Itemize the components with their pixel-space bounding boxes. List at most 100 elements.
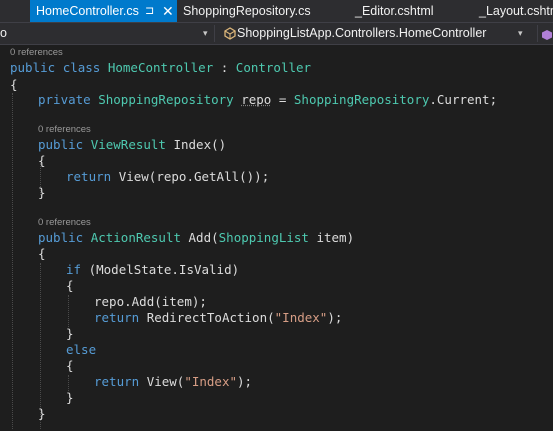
tab-label: _Layout.cshtml — [479, 4, 553, 18]
method-name: View — [146, 374, 177, 389]
navbar-divider — [537, 25, 538, 42]
code-punct: ( — [211, 230, 219, 245]
tab-label: HomeController.cs — [36, 4, 139, 18]
keyword: if — [66, 262, 82, 277]
close-icon[interactable]: ✕ — [162, 0, 174, 22]
type-name: ShoppingList — [218, 230, 309, 245]
keyword: class — [62, 60, 101, 75]
code-line-brace[interactable]: } — [66, 390, 74, 406]
identifier: ModelState — [96, 262, 172, 277]
navbar-divider — [214, 25, 215, 42]
code-punct: ); — [237, 374, 253, 389]
code-line-brace[interactable]: { — [38, 246, 46, 262]
keyword: return — [66, 169, 112, 184]
code-line-return-getall[interactable]: return View(repo.GetAll()); — [66, 169, 269, 185]
code-punct: . — [186, 169, 194, 184]
indent-guide — [12, 93, 13, 429]
code-line-brace[interactable]: { — [66, 358, 74, 374]
type-name: ShoppingRepository — [98, 92, 234, 107]
code-line-brace[interactable]: { — [10, 77, 18, 93]
code-punct: ( — [267, 310, 275, 325]
chevron-down-icon: ▾ — [203, 28, 208, 38]
identifier: Current — [436, 92, 490, 107]
class-icon — [224, 26, 236, 40]
code-punct: ()); — [239, 169, 270, 184]
type-name: HomeController — [107, 60, 214, 75]
type-scope-value: ShoppingListApp.Controllers.HomeControll… — [237, 26, 487, 40]
identifier: IsValid — [178, 262, 232, 277]
codelens-references[interactable]: 0 references — [38, 124, 91, 136]
keyword: return — [94, 310, 140, 325]
indent-guide — [68, 375, 69, 391]
code-line-if[interactable]: if (ModelState.IsValid) — [66, 262, 239, 278]
string-literal: "Index" — [184, 374, 238, 389]
code-line-add-signature[interactable]: public ActionResult Add(ShoppingList ite… — [38, 230, 354, 246]
code-line-brace[interactable]: { — [38, 153, 46, 169]
keyword: return — [94, 374, 140, 389]
code-punct: () — [211, 137, 227, 152]
indent-guide — [40, 263, 41, 429]
method-name: View — [118, 169, 149, 184]
document-tab-bar: HomeController.cs ⊐ ✕ ShoppingRepository… — [0, 0, 553, 22]
code-line-return-view[interactable]: return View("Index"); — [94, 374, 252, 390]
code-line-brace[interactable]: { — [66, 278, 74, 294]
identifier: repo — [156, 169, 187, 184]
code-line-brace[interactable]: } — [38, 406, 46, 422]
navigation-bar: o ▾ ShoppingListApp.Controllers.HomeCont… — [0, 22, 553, 45]
string-literal: "Index" — [274, 310, 328, 325]
code-line-else[interactable]: else — [66, 342, 96, 358]
type-name: ActionResult — [90, 230, 181, 245]
code-punct: ); — [327, 310, 343, 325]
keyword: private — [38, 92, 91, 107]
tab-homecontroller[interactable]: HomeController.cs ⊐ ✕ — [30, 0, 177, 22]
type-scope-dropdown[interactable]: ShoppingListApp.Controllers.HomeControll… — [216, 23, 526, 44]
project-dropdown[interactable]: o ▾ — [0, 23, 212, 44]
code-punct: . — [171, 262, 179, 277]
type-name: Controller — [235, 60, 312, 75]
code-editor[interactable]: 0 references public class HomeController… — [0, 45, 553, 431]
tab-editor-cshtml[interactable]: _Editor.cshtml — [353, 0, 473, 22]
tab-label: _Editor.cshtml — [355, 4, 434, 18]
code-punct: ) — [231, 262, 240, 277]
tab-layout-cshtml[interactable]: _Layout.cshtml — [477, 0, 553, 22]
code-line-repo-add[interactable]: repo.Add(item); — [94, 294, 207, 310]
project-dropdown-value: o — [0, 26, 7, 40]
code-punct: = — [271, 92, 294, 107]
keyword: public — [10, 60, 56, 75]
method-name: Add — [188, 230, 212, 245]
pin-icon[interactable]: ⊐ — [145, 0, 154, 22]
code-line-return-redirect[interactable]: return RedirectToAction("Index"); — [94, 310, 342, 326]
tab-shoppingrepository[interactable]: ShoppingRepository.cs — [181, 0, 341, 22]
code-line-brace[interactable]: } — [38, 185, 46, 201]
keyword: public — [38, 137, 84, 152]
code-punct: ( — [154, 294, 162, 309]
identifier: repo — [241, 92, 272, 107]
code-punct: : — [213, 60, 236, 75]
tab-label: ShoppingRepository.cs — [183, 4, 311, 18]
method-name: Add — [131, 294, 155, 309]
codelens-references[interactable]: 0 references — [38, 217, 91, 229]
code-line-index-signature[interactable]: public ViewResult Index() — [38, 137, 226, 153]
codelens-references[interactable]: 0 references — [10, 47, 63, 59]
code-line-repo-field[interactable]: private ShoppingRepository repo = Shoppi… — [38, 92, 497, 108]
member-dropdown[interactable] — [541, 23, 553, 44]
code-punct: ; — [489, 92, 498, 107]
code-line-class-declaration[interactable]: public class HomeController : Controller — [10, 60, 311, 76]
parameter-name: item — [316, 230, 347, 245]
code-punct: . — [124, 294, 132, 309]
code-line-brace[interactable]: } — [66, 326, 74, 342]
indent-guide — [68, 295, 69, 327]
method-name: RedirectToAction — [146, 310, 268, 325]
identifier: repo — [94, 294, 125, 309]
method-icon — [541, 27, 553, 40]
type-name: ShoppingRepository — [293, 92, 430, 107]
tab-overflow-stub[interactable] — [0, 0, 32, 22]
